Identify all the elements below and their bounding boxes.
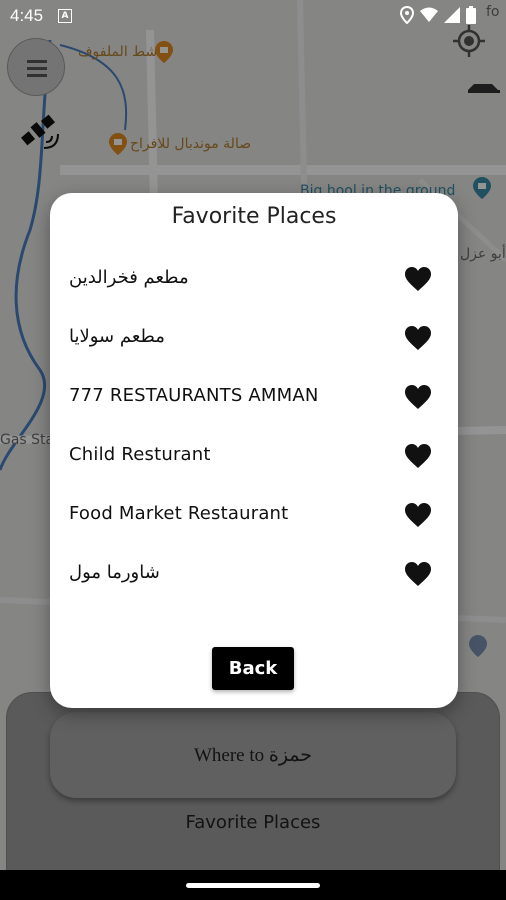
place-name: مطعم سولايا: [69, 326, 165, 347]
heart-icon[interactable]: [404, 325, 432, 351]
place-name: شاورما مول: [69, 562, 160, 583]
signal-icon: [444, 7, 460, 23]
heart-icon[interactable]: [404, 502, 432, 528]
heart-icon[interactable]: [404, 443, 432, 469]
dialog-title: Favorite Places: [171, 204, 337, 229]
battery-icon: [466, 6, 476, 24]
back-button[interactable]: Back: [212, 647, 294, 690]
wifi-icon: [420, 7, 438, 22]
favorite-place-row[interactable]: Food Market Restaurant: [50, 495, 458, 535]
favorite-place-row[interactable]: مطعم سولايا: [50, 318, 458, 358]
place-name: Child Resturant: [69, 444, 211, 465]
navigation-bar: [0, 870, 506, 900]
place-name: مطعم فخرالدين: [69, 267, 189, 288]
favorite-place-row[interactable]: 777 RESTAURANTS AMMAN: [50, 377, 458, 417]
heart-icon[interactable]: [404, 561, 432, 587]
favorite-place-row[interactable]: مطعم فخرالدين: [50, 259, 458, 299]
favorite-place-row[interactable]: Child Resturant: [50, 436, 458, 476]
home-indicator[interactable]: [186, 883, 320, 888]
place-name: 777 RESTAURANTS AMMAN: [69, 385, 319, 406]
status-bar: 4:45 A: [0, 0, 506, 32]
heart-icon[interactable]: [404, 384, 432, 410]
favorite-places-dialog: Favorite Places مطعم فخرالدين مطعم سولاي…: [50, 193, 458, 708]
place-name: Food Market Restaurant: [69, 503, 289, 524]
status-time: 4:45: [10, 6, 44, 25]
location-icon: [400, 6, 414, 24]
notification-icon: A: [58, 9, 72, 23]
heart-icon[interactable]: [404, 266, 432, 292]
favorite-place-row[interactable]: شاورما مول: [50, 554, 458, 594]
